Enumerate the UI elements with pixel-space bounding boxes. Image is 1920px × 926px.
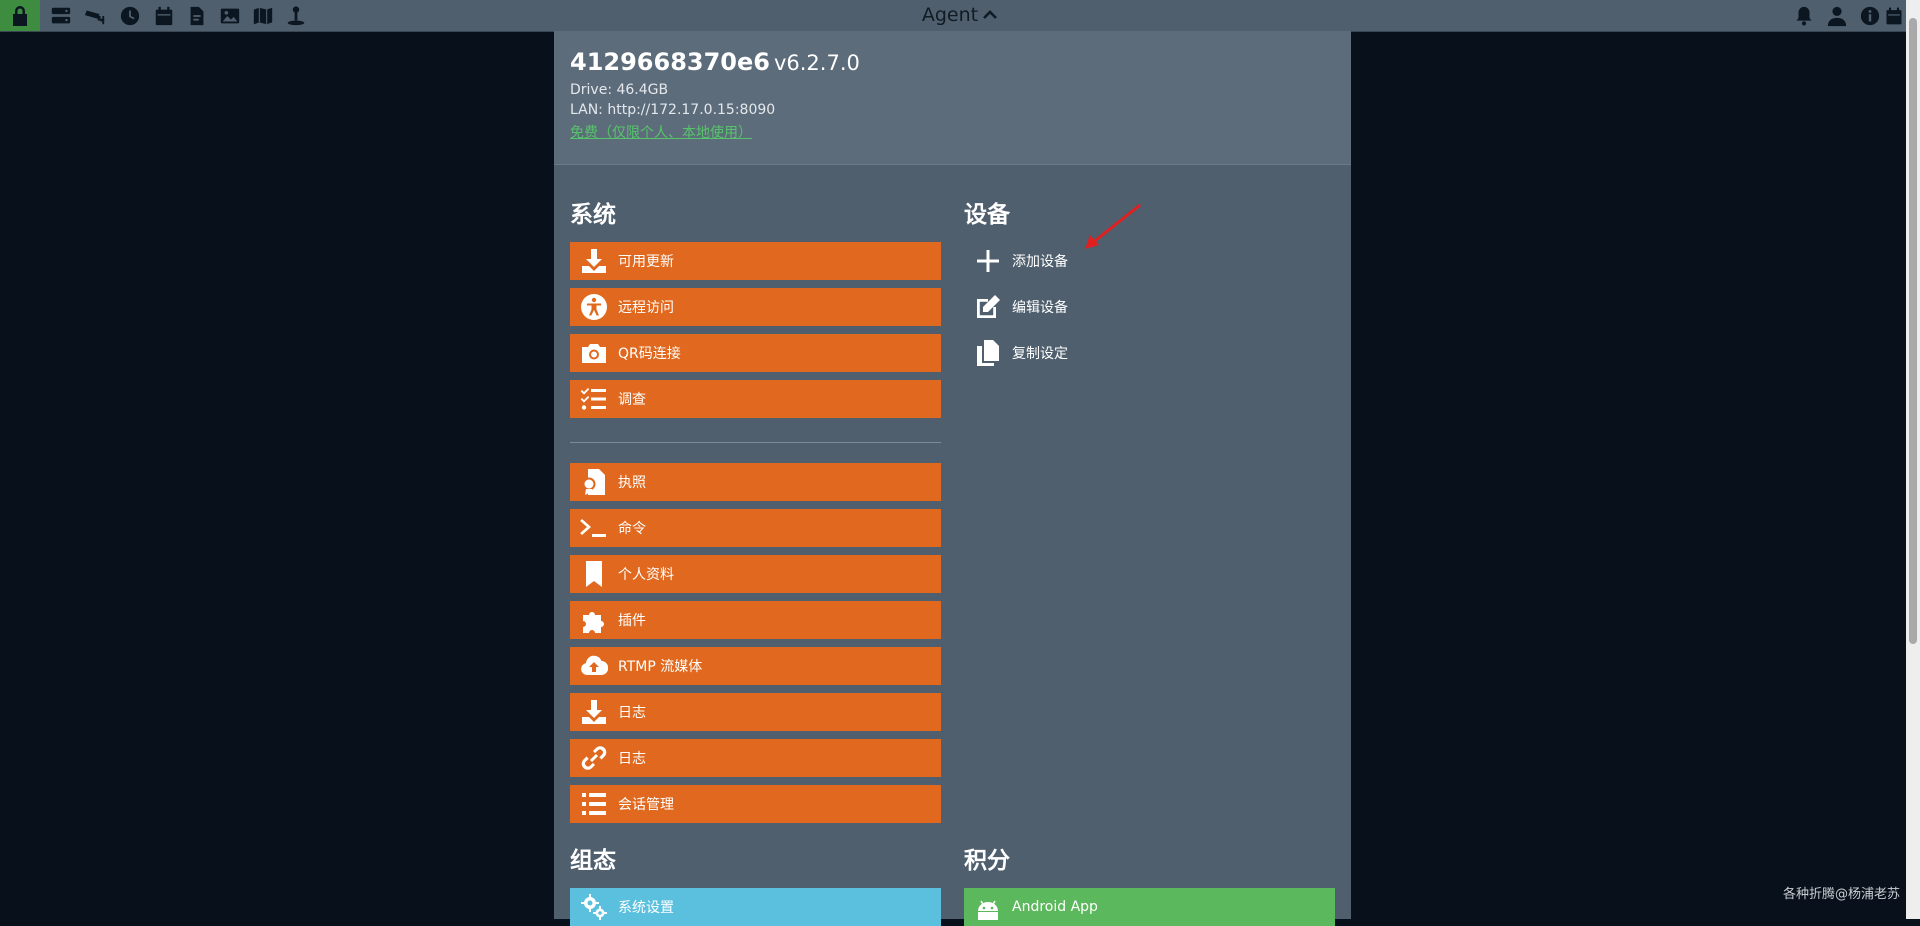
certificate-icon [576, 463, 612, 501]
calendar-icon[interactable] [1884, 4, 1904, 28]
system-section-title: 系统 [570, 202, 616, 228]
watermark: 各种折腾@杨浦老苏 [1782, 887, 1900, 902]
lock-icon [13, 5, 27, 26]
server-icon[interactable] [49, 4, 73, 28]
chevron-up-icon [983, 10, 998, 19]
button-label: 执照 [618, 475, 646, 491]
clock-icon[interactable] [118, 4, 142, 28]
android-icon [970, 888, 1006, 926]
config-section-title: 组态 [570, 848, 616, 874]
available-updates-button[interactable]: 可用更新 [570, 242, 941, 280]
plus-icon [970, 242, 1006, 280]
link-icon [576, 739, 612, 777]
button-label: 远程访问 [618, 300, 674, 316]
file-icon[interactable] [185, 4, 209, 28]
button-label: 个人资料 [618, 567, 674, 583]
qr-connect-button[interactable]: QR码连接 [570, 334, 941, 372]
button-label: 日志 [618, 751, 646, 767]
button-label: QR码连接 [618, 346, 681, 362]
checklist-icon [576, 380, 612, 418]
drive-info: Drive: 46.4GB [570, 82, 669, 98]
cogs-icon [576, 888, 612, 926]
plugins-button[interactable]: 插件 [570, 601, 941, 639]
top-bar: Agent [0, 0, 1920, 32]
cloud-upload-icon [576, 647, 612, 685]
app-title: Agent [921, 4, 979, 26]
button-label: 系统设置 [618, 900, 674, 916]
button-label: Android App [1012, 899, 1098, 915]
command-button[interactable]: 命令 [570, 509, 941, 547]
bookmark-icon [576, 555, 612, 593]
lan-info: LAN: http://172.17.0.15:8090 [570, 102, 776, 118]
lock-button[interactable] [0, 0, 40, 31]
button-label: 可用更新 [618, 254, 674, 270]
copy-icon [970, 334, 1006, 372]
download-icon [576, 693, 612, 731]
info-icon[interactable] [1858, 4, 1882, 28]
copy-settings-button[interactable]: 复制设定 [964, 334, 1264, 372]
devices-section-title: 设备 [964, 202, 1010, 228]
image-icon[interactable] [218, 4, 242, 28]
button-label: 插件 [618, 613, 646, 629]
survey-button[interactable]: 调查 [570, 380, 941, 418]
session-management-button[interactable]: 会话管理 [570, 785, 941, 823]
profile-button[interactable]: 个人资料 [570, 555, 941, 593]
bell-icon[interactable] [1792, 4, 1816, 28]
button-label: 添加设备 [1012, 254, 1068, 270]
button-label: RTMP 流媒体 [618, 659, 703, 675]
device-name: 4129668370e6 [570, 48, 770, 76]
device-title: 4129668370e6 v6.2.7.0 [570, 48, 860, 76]
remote-access-button[interactable]: 远程访问 [570, 288, 941, 326]
user-pin-icon[interactable] [284, 4, 308, 28]
license-link[interactable]: 免费（仅限个人、本地使用） [570, 122, 752, 142]
terminal-icon [576, 509, 612, 547]
button-label: 复制设定 [1012, 346, 1068, 362]
cctv-icon[interactable] [83, 4, 107, 28]
user-icon[interactable] [1825, 4, 1849, 28]
edit-device-button[interactable]: 编辑设备 [964, 288, 1264, 326]
device-info-header: 4129668370e6 v6.2.7.0 Drive: 46.4GB LAN: … [554, 31, 1351, 165]
button-label: 会话管理 [618, 797, 674, 813]
edit-icon [970, 288, 1006, 326]
log-link-button[interactable]: 日志 [570, 739, 941, 777]
download-icon [576, 242, 612, 280]
map-icon[interactable] [251, 4, 275, 28]
device-version: v6.2.7.0 [773, 51, 860, 75]
calendar-icon[interactable] [152, 4, 176, 28]
add-device-button[interactable]: 添加设备 [964, 242, 1264, 280]
button-label: 调查 [618, 392, 646, 408]
rtmp-streaming-button[interactable]: RTMP 流媒体 [570, 647, 941, 685]
camera-icon [576, 334, 612, 372]
section-divider [570, 442, 941, 443]
list-icon [576, 785, 612, 823]
button-label: 命令 [618, 521, 646, 537]
log-button[interactable]: 日志 [570, 693, 941, 731]
puzzle-icon [576, 601, 612, 639]
button-label: 日志 [618, 705, 646, 721]
scrollbar[interactable] [1906, 0, 1920, 919]
button-label: 编辑设备 [1012, 300, 1068, 316]
accessibility-icon [576, 288, 612, 326]
android-app-button[interactable]: Android App [964, 888, 1335, 926]
system-settings-button[interactable]: 系统设置 [570, 888, 941, 926]
app-title-toggle[interactable]: Agent [900, 2, 1020, 28]
scrollbar-thumb[interactable] [1909, 18, 1917, 644]
credits-section-title: 积分 [964, 848, 1010, 874]
license-button[interactable]: 执照 [570, 463, 941, 501]
agent-menu-panel: 4129668370e6 v6.2.7.0 Drive: 46.4GB LAN: … [554, 31, 1351, 926]
